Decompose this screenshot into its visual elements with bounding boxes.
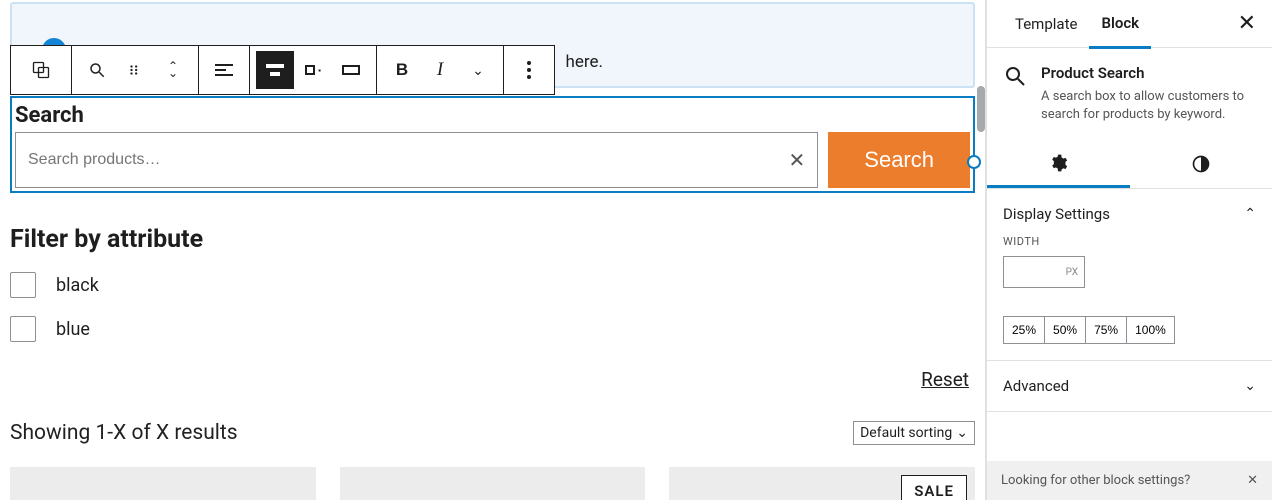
close-sidebar-button[interactable]: ✕: [1230, 7, 1264, 40]
block-toolbar: ⌃⌄ ▪ B I ⌄: [10, 45, 555, 95]
chevron-up-icon: ⌃: [1244, 206, 1256, 222]
notice-text: here.: [566, 52, 603, 72]
toolbar-drag-button[interactable]: [116, 51, 154, 89]
sort-select[interactable]: Default sorting ⌄: [853, 421, 975, 445]
chevron-down-icon: ⌄: [1244, 378, 1256, 394]
search-icon: [1003, 64, 1027, 88]
clear-input-button[interactable]: ✕: [789, 148, 806, 172]
label-position-icon: [266, 64, 284, 76]
width-preset-25[interactable]: 25%: [1003, 316, 1045, 344]
sidebar-footer-notice: Looking for other block settings? ✕: [987, 461, 1272, 500]
toolbar-block-type-button[interactable]: [78, 51, 116, 89]
sidebar-tabbar: Template Block ✕: [987, 0, 1272, 48]
width-preset-75[interactable]: 75%: [1085, 316, 1127, 344]
filter-option-label: black: [56, 275, 99, 296]
product-card[interactable]: [10, 467, 316, 500]
product-card[interactable]: SALE: [669, 467, 975, 500]
tab-template[interactable]: Template: [1003, 1, 1089, 47]
styles-icon: [1191, 154, 1211, 174]
display-settings-toggle[interactable]: Display Settings ⌃: [1003, 205, 1256, 223]
width-unit: PX: [1066, 267, 1078, 278]
settings-sidebar: Template Block ✕ Product Search A search…: [986, 0, 1272, 500]
search-input[interactable]: [28, 151, 728, 169]
width-label: WIDTH: [1003, 235, 1256, 248]
button-outside-icon: [342, 65, 360, 75]
resize-handle[interactable]: [967, 155, 981, 169]
filter-title: Filter by attribute: [10, 225, 975, 254]
footer-notice-text: Looking for other block settings?: [1001, 473, 1190, 488]
width-preset-100[interactable]: 100%: [1126, 316, 1175, 344]
product-search-block[interactable]: Search ✕ Search: [10, 96, 975, 193]
gear-icon: [1048, 153, 1068, 173]
tab-block[interactable]: Block: [1089, 0, 1151, 49]
toolbar-bold-button[interactable]: B: [383, 51, 421, 89]
sidebar-subtabs: [987, 140, 1272, 189]
product-grid: SALE: [10, 467, 975, 500]
search-label[interactable]: Search: [13, 99, 972, 132]
toolbar-move-button[interactable]: ⌃⌄: [154, 51, 192, 89]
display-settings-panel: Display Settings ⌃ WIDTH PX 25% 50% 75% …: [987, 189, 1272, 361]
scrollbar-thumb[interactable]: [977, 86, 985, 132]
chevron-down-icon: ⌄: [956, 425, 968, 441]
move-up-down-icon: ⌃⌄: [168, 63, 178, 77]
block-description: A search box to allow customers to searc…: [1041, 88, 1256, 124]
toolbar-parent-block-button[interactable]: [17, 51, 65, 89]
checkbox-black[interactable]: [10, 272, 36, 298]
close-footer-notice-button[interactable]: ✕: [1247, 473, 1258, 488]
advanced-toggle[interactable]: Advanced ⌄: [1003, 377, 1256, 395]
button-inside-icon: ▪: [305, 65, 321, 75]
product-card[interactable]: [340, 467, 646, 500]
width-input[interactable]: PX: [1003, 256, 1085, 288]
subtab-styles[interactable]: [1130, 140, 1272, 188]
sale-badge: SALE: [901, 475, 967, 500]
checkbox-blue[interactable]: [10, 316, 36, 342]
toolbar-label-position-button[interactable]: [256, 51, 294, 89]
results-count-text: Showing 1-X of X results: [10, 421, 238, 445]
block-card: Product Search A search box to allow cus…: [987, 48, 1272, 140]
width-presets: 25% 50% 75% 100%: [1003, 316, 1256, 344]
width-preset-50[interactable]: 50%: [1044, 316, 1086, 344]
toolbar-more-rich-button[interactable]: ⌄: [459, 51, 497, 89]
reset-filters-link[interactable]: Reset: [10, 368, 969, 391]
advanced-panel: Advanced ⌄: [987, 361, 1272, 412]
toolbar-button-inside-button[interactable]: ▪: [294, 51, 332, 89]
toolbar-options-button[interactable]: [510, 51, 548, 89]
toolbar-italic-button[interactable]: I: [421, 51, 459, 89]
toolbar-align-button[interactable]: [205, 51, 243, 89]
sort-select-label: Default sorting: [860, 425, 952, 441]
search-button[interactable]: Search: [828, 132, 970, 188]
toolbar-button-outside-button[interactable]: [332, 51, 370, 89]
chevron-down-icon: ⌄: [472, 62, 484, 79]
advanced-title: Advanced: [1003, 377, 1069, 395]
subtab-settings[interactable]: [987, 140, 1130, 188]
display-settings-title: Display Settings: [1003, 205, 1110, 223]
filter-option-row: blue: [10, 316, 975, 342]
filter-option-row: black: [10, 272, 975, 298]
search-input-wrapper: ✕: [15, 132, 818, 188]
block-title: Product Search: [1041, 64, 1256, 82]
align-icon: [215, 61, 233, 79]
filter-option-label: blue: [56, 319, 90, 340]
